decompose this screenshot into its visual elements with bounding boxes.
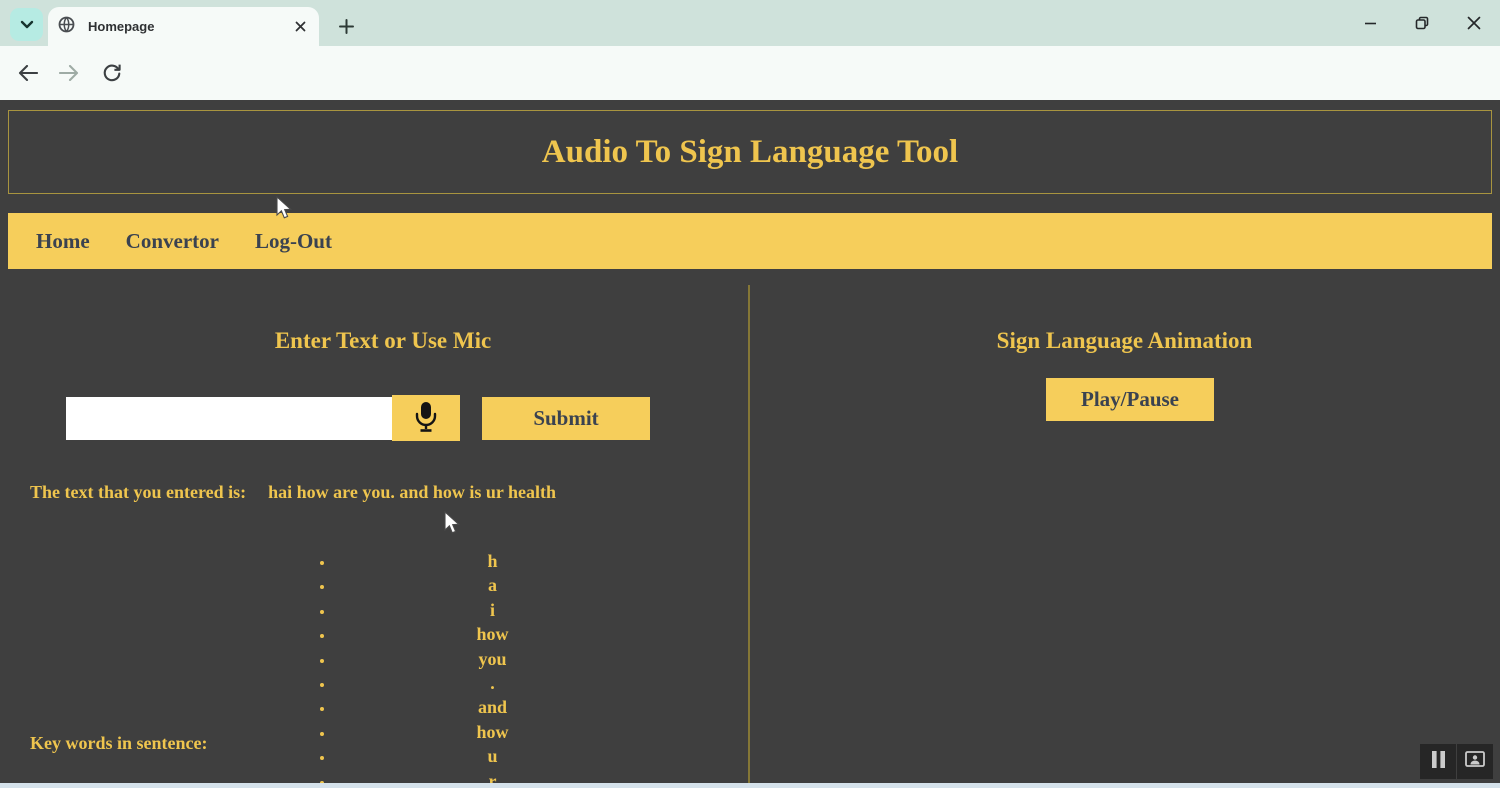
microphone-icon: [413, 401, 439, 436]
page-title: Audio To Sign Language Tool: [541, 133, 959, 170]
chevron-down-icon: [20, 16, 34, 34]
picture-in-picture-icon: [1465, 751, 1485, 772]
forward-button[interactable]: [55, 59, 83, 87]
globe-favicon-icon: [58, 16, 75, 38]
keyword-item: how: [335, 720, 650, 744]
tab-close-icon[interactable]: [291, 18, 309, 36]
picture-in-picture-button[interactable]: [1457, 744, 1493, 779]
page-header: Audio To Sign Language Tool: [8, 110, 1492, 194]
reload-button[interactable]: [98, 59, 126, 87]
keyword-item: u: [335, 744, 650, 768]
entered-text-value: hai how are you. and how is ur health: [268, 482, 557, 502]
play-pause-button[interactable]: Play/Pause: [1046, 378, 1214, 421]
media-control-overlay: [1420, 744, 1493, 779]
new-tab-button[interactable]: [333, 13, 359, 39]
keyword-item: i: [335, 598, 650, 622]
pause-media-button[interactable]: [1420, 744, 1456, 779]
browser-toolbar: 127.0.0.1:8000/animation/: [0, 46, 1500, 138]
keyword-item: and: [335, 695, 650, 719]
keyword-list: h a i how you . and how u r: [335, 549, 650, 783]
browser-tab-strip: Homepage: [0, 0, 1500, 46]
close-window-button[interactable]: [1448, 0, 1500, 46]
entered-text-row: The text that you entered is: hai how are…: [30, 482, 730, 503]
column-divider: [748, 285, 750, 783]
page-content: Audio To Sign Language Tool Home Convert…: [0, 100, 1500, 783]
tab-title: Homepage: [88, 19, 155, 34]
keyword-item: how: [335, 622, 650, 646]
mic-button[interactable]: [392, 395, 460, 441]
nav-link-logout[interactable]: Log-Out: [255, 229, 332, 254]
text-input[interactable]: [66, 397, 392, 440]
main-navbar: Home Convertor Log-Out: [8, 213, 1492, 269]
animation-heading: Sign Language Animation: [996, 328, 1253, 353]
keyword-item: .: [335, 671, 650, 695]
back-button[interactable]: [14, 59, 42, 87]
keyword-item: a: [335, 573, 650, 597]
keyword-item: r: [335, 769, 650, 783]
window-bottom-edge: [0, 783, 1500, 788]
nav-link-convertor[interactable]: Convertor: [126, 229, 219, 254]
browser-tab-homepage[interactable]: Homepage: [48, 7, 319, 46]
keyword-item: h: [335, 549, 650, 573]
restore-button[interactable]: [1396, 0, 1448, 46]
minimize-button[interactable]: [1344, 0, 1396, 46]
keyword-item: you: [335, 647, 650, 671]
converter-heading: Enter Text or Use Mic: [274, 328, 492, 353]
pause-icon: [1431, 750, 1446, 773]
submit-button[interactable]: Submit: [482, 397, 650, 440]
entered-text-label: The text that you entered is:: [30, 482, 247, 502]
keywords-label: Key words in sentence:: [30, 733, 208, 753]
nav-link-home[interactable]: Home: [36, 229, 90, 254]
tab-search-button[interactable]: [10, 8, 43, 41]
window-controls: [1344, 0, 1500, 46]
